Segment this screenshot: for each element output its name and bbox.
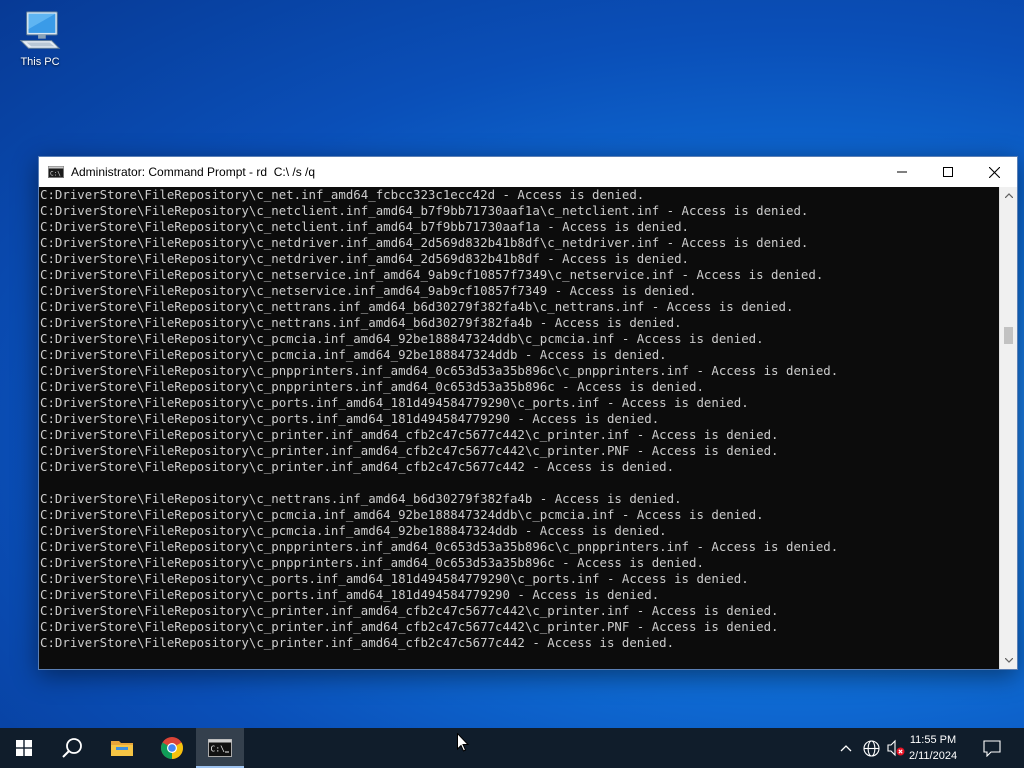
console-line: C:DriverStore\FileRepository\c_nettrans.… (40, 491, 682, 506)
taskbar-clock[interactable]: 11:55 PM 2/11/2024 (898, 732, 968, 764)
mouse-cursor-icon (457, 733, 469, 752)
console-output[interactable]: C:DriverStore\FileRepository\c_net.inf_a… (39, 187, 1000, 669)
minimize-button[interactable] (879, 157, 925, 187)
maximize-icon (943, 167, 953, 177)
notifications-icon (983, 739, 1001, 757)
console-line: C:DriverStore\FileRepository\c_pcmcia.in… (40, 331, 764, 346)
maximize-button[interactable] (925, 157, 971, 187)
console-line: C:DriverStore\FileRepository\c_nettrans.… (40, 315, 682, 330)
console-line: C:DriverStore\FileRepository\c_netdriver… (40, 251, 690, 266)
console-line: C:DriverStore\FileRepository\c_netservic… (40, 283, 697, 298)
console-line: C:DriverStore\FileRepository\c_pcmcia.in… (40, 347, 667, 362)
console-line: C:DriverStore\FileRepository\c_pcmcia.in… (40, 507, 764, 522)
console-line: C:DriverStore\FileRepository\c_netclient… (40, 203, 809, 218)
console-line: C:DriverStore\FileRepository\c_ports.inf… (40, 571, 749, 586)
console-line: C:DriverStore\FileRepository\c_net.inf_a… (40, 187, 645, 202)
command-prompt-icon: C:\ (48, 166, 64, 178)
console-scrollbar[interactable] (999, 187, 1017, 669)
console-line: C:DriverStore\FileRepository\c_pnpprinte… (40, 363, 839, 378)
taskbar: C:\ 11:55 PM 2/11/2024 (0, 728, 1024, 768)
command-prompt-window[interactable]: C:\ Administrator: Command Prompt - rd C… (38, 156, 1018, 670)
clock-time: 11:55 PM (909, 734, 957, 746)
desktop-icon-this-pc[interactable]: This PC (12, 8, 68, 74)
console-line: C:DriverStore\FileRepository\c_pnpprinte… (40, 379, 704, 394)
network-button[interactable] (860, 728, 882, 768)
start-windows-icon (16, 740, 32, 756)
window-titlebar[interactable]: C:\ Administrator: Command Prompt - rd C… (39, 157, 1017, 187)
network-globe-icon (862, 739, 880, 757)
svg-text:C:\: C:\ (211, 745, 226, 754)
taskbar-file-explorer[interactable] (98, 728, 146, 768)
close-button[interactable] (971, 157, 1017, 187)
console-line: C:DriverStore\FileRepository\c_printer.i… (40, 427, 779, 442)
scroll-down-button[interactable] (1000, 652, 1017, 669)
start-button[interactable] (0, 728, 48, 768)
svg-text:C:\: C:\ (50, 171, 61, 178)
console-line: C:DriverStore\FileRepository\c_pnpprinte… (40, 539, 839, 554)
show-hidden-icons-button[interactable] (836, 728, 856, 768)
close-icon (988, 166, 1000, 178)
minimize-icon (897, 171, 907, 173)
console-line: C:DriverStore\FileRepository\c_netservic… (40, 267, 824, 282)
search-icon (62, 738, 82, 758)
console-line: C:DriverStore\FileRepository\c_printer.i… (40, 443, 779, 458)
console-line: C:DriverStore\FileRepository\c_ports.inf… (40, 395, 749, 410)
console-line: C:DriverStore\FileRepository\c_nettrans.… (40, 299, 794, 314)
console-line: C:DriverStore\FileRepository\c_printer.i… (40, 603, 779, 618)
taskbar-chrome[interactable] (148, 728, 196, 768)
console-line: C:DriverStore\FileRepository\c_ports.inf… (40, 587, 660, 602)
show-hidden-icons-chevron (840, 745, 852, 752)
notifications-button[interactable] (978, 728, 1006, 768)
scroll-up-button[interactable] (1000, 187, 1017, 204)
chevron-up-icon (1004, 193, 1013, 198)
taskbar-command-prompt[interactable]: C:\ (196, 728, 244, 768)
console-line: C:DriverStore\FileRepository\c_printer.i… (40, 459, 675, 474)
console-line: C:DriverStore\FileRepository\c_pcmcia.in… (40, 523, 667, 538)
console-line: C:DriverStore\FileRepository\c_printer.i… (40, 635, 675, 650)
console-line: C:DriverStore\FileRepository\c_ports.inf… (40, 411, 660, 426)
clock-date: 2/11/2024 (908, 750, 958, 762)
scrollbar-thumb[interactable] (1004, 327, 1013, 344)
file-explorer-icon (111, 741, 133, 756)
console-line: C:DriverStore\FileRepository\c_netclient… (40, 219, 690, 234)
console-line: C:DriverStore\FileRepository\c_pnpprinte… (40, 555, 704, 570)
chrome-icon (161, 737, 183, 759)
window-title: Administrator: Command Prompt - rd C:\ /… (71, 165, 316, 179)
command-prompt-icon: C:\ (208, 739, 232, 757)
search-button[interactable] (48, 728, 96, 768)
this-pc-icon (19, 11, 61, 49)
console-line: C:DriverStore\FileRepository\c_netdriver… (40, 235, 809, 250)
window-controls (879, 157, 1017, 187)
console-line: C:DriverStore\FileRepository\c_printer.i… (40, 619, 779, 634)
desktop-icon-label: This PC (20, 56, 60, 68)
chevron-down-icon (1004, 658, 1013, 663)
